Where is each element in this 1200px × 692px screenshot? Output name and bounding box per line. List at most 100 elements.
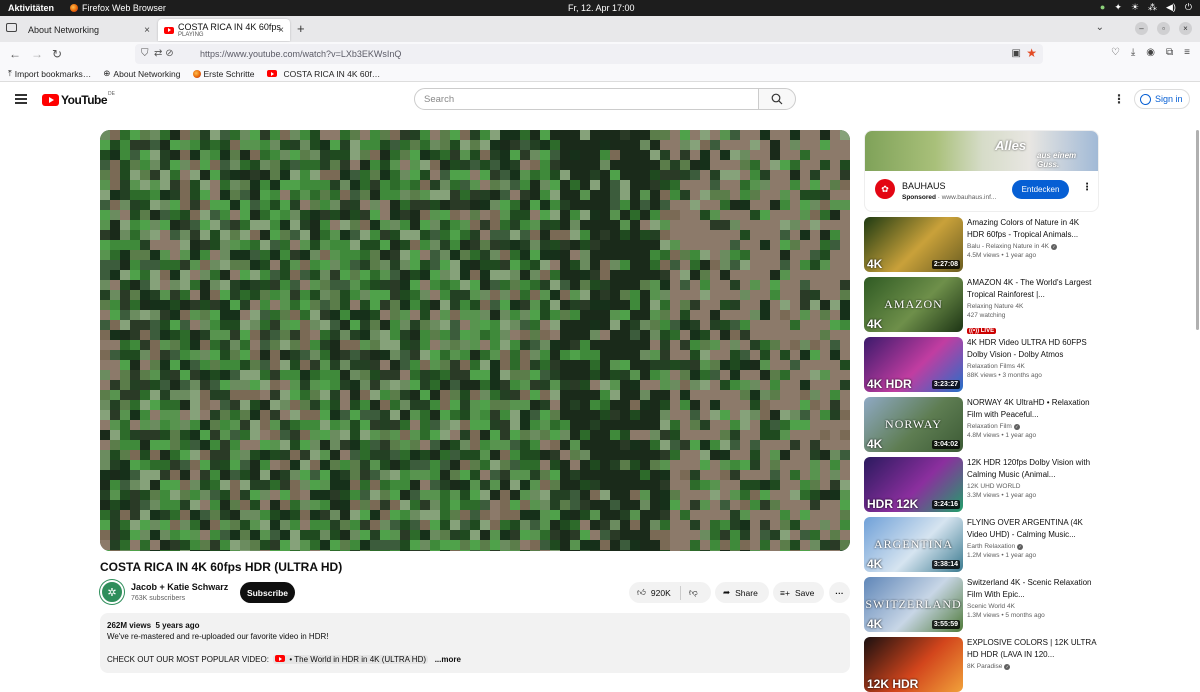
channel-name[interactable]: Balu - Relaxing Nature in 4K bbox=[967, 243, 1049, 250]
tab-costa-rica[interactable]: COSTA RICA IN 4K 60fps PLAYING × bbox=[158, 19, 290, 41]
sponsored-ad[interactable]: Alles aus einem Guss. ✿ BAUHAUS Sponsore… bbox=[864, 130, 1099, 212]
channel-name[interactable]: Scenic World 4K bbox=[967, 603, 1015, 610]
sign-in-button[interactable]: Sign in bbox=[1134, 89, 1190, 109]
search-input[interactable]: Search bbox=[414, 88, 759, 110]
channel-avatar[interactable]: ✲ bbox=[100, 580, 124, 604]
ad-cta-button[interactable]: Entdecken bbox=[1012, 180, 1069, 199]
video-pixel-block bbox=[210, 360, 220, 370]
channel-name[interactable]: Relaxation Films 4K bbox=[967, 363, 1025, 370]
video-thumbnail[interactable]: 12K HDR bbox=[864, 637, 963, 692]
video-thumbnail[interactable]: HDR 12K 3:24:16 bbox=[864, 457, 963, 512]
site-info-icons[interactable]: ⛉ ⇄ ⊘ bbox=[141, 48, 174, 59]
recommended-video[interactable]: 12K HDR EXPLOSIVE COLORS | 12K ULTRA HD H… bbox=[864, 637, 1099, 692]
url-text[interactable]: https://www.youtube.com/watch?v=LXb3EKWs… bbox=[200, 49, 401, 59]
ad-image[interactable]: Alles aus einem Guss. bbox=[865, 131, 1098, 171]
activities-button[interactable]: Aktivitäten bbox=[8, 3, 54, 13]
show-more-button[interactable]: ...more bbox=[435, 655, 461, 664]
download-icon[interactable]: ⤓ bbox=[1131, 47, 1135, 58]
video-pixel-block bbox=[260, 310, 270, 320]
bookmark-about-networking[interactable]: ⊕ About Networking bbox=[103, 68, 180, 79]
like-button[interactable]: 👍︎ 920K bbox=[629, 585, 681, 600]
page-scrollbar[interactable] bbox=[1196, 130, 1199, 330]
video-pixel-block bbox=[450, 160, 460, 170]
video-pixel-block bbox=[180, 270, 190, 280]
bookmark-erste-schritte[interactable]: Erste Schritte bbox=[192, 69, 255, 79]
back-button[interactable]: ← bbox=[9, 47, 21, 61]
recommended-video[interactable]: ARGENTINA 4K 3:38:14 FLYING OVER ARGENTINA … bbox=[864, 517, 1099, 572]
channel-name[interactable]: 12K UHD WORLD bbox=[967, 483, 1020, 490]
video-title[interactable]: EXPLOSIVE COLORS | 12K ULTRA HD HDR (LAV… bbox=[967, 637, 1097, 661]
recommended-video[interactable]: 4K 2:27:08 Amazing Colors of Nature in 4K … bbox=[864, 217, 1099, 272]
clock[interactable]: Fr, 12. Apr 17:00 bbox=[568, 3, 635, 13]
bookmark-import[interactable]: ⤒ Import bookmarks… bbox=[8, 68, 91, 79]
save-button[interactable]: ≡+ Save bbox=[773, 582, 824, 603]
video-title[interactable]: Switzerland 4K - Scenic Relaxation Film … bbox=[967, 577, 1097, 601]
extensions-icon[interactable]: ⧉ bbox=[1166, 47, 1173, 58]
video-pixel-block bbox=[600, 510, 610, 520]
video-pixel-block bbox=[830, 350, 840, 360]
close-icon[interactable]: × bbox=[278, 25, 284, 36]
youtube-logo[interactable]: YouTube DE bbox=[42, 91, 115, 107]
video-player[interactable] bbox=[100, 130, 850, 551]
account-icon[interactable]: ◉ bbox=[1146, 47, 1155, 58]
subscribe-button[interactable]: Subscribe bbox=[240, 582, 295, 603]
video-title[interactable]: AMAZON 4K - The World's Largest Tropical… bbox=[967, 277, 1097, 301]
video-pixel-block bbox=[370, 450, 380, 460]
ad-more-icon[interactable]: ⋮ bbox=[1082, 182, 1092, 193]
video-thumbnail[interactable]: AMAZON 4K bbox=[864, 277, 963, 332]
video-pixel-block bbox=[580, 440, 590, 450]
video-pixel-block bbox=[740, 380, 750, 390]
minimize-button[interactable]: – bbox=[1135, 22, 1148, 35]
video-title[interactable]: FLYING OVER ARGENTINA (4K Video UHD) - C… bbox=[967, 517, 1097, 541]
share-button[interactable]: ➦ Share bbox=[715, 582, 769, 603]
close-icon[interactable]: × bbox=[144, 25, 150, 36]
description-video-link[interactable]: • The World in HDR in 4K (ULTRA HD) bbox=[273, 655, 429, 664]
close-window-button[interactable]: × bbox=[1179, 22, 1192, 35]
video-frame[interactable] bbox=[100, 130, 850, 551]
more-actions-button[interactable]: ··· bbox=[829, 582, 850, 603]
channel-name[interactable]: Relaxation Film bbox=[967, 423, 1012, 430]
video-title[interactable]: Amazing Colors of Nature in 4K HDR 60fps… bbox=[967, 217, 1097, 241]
channel-name[interactable]: 8K Paradise bbox=[967, 663, 1002, 670]
video-pixel-block bbox=[680, 230, 690, 240]
video-pixel-block bbox=[620, 160, 630, 170]
maximize-button[interactable]: ▫ bbox=[1157, 22, 1170, 35]
bookmark-costa-rica[interactable]: COSTA RICA IN 4K 60f… bbox=[266, 69, 380, 79]
video-title[interactable]: 12K HDR 120fps Dolby Vision with Calming… bbox=[967, 457, 1097, 481]
video-thumbnail[interactable]: NORWAY 4K 3:04:02 bbox=[864, 397, 963, 452]
channel-name[interactable]: Jacob + Katie Schwarz bbox=[131, 582, 228, 592]
tab-about-networking[interactable]: About Networking × bbox=[22, 19, 156, 41]
video-title[interactable]: 4K HDR Video ULTRA HD 60FPS Dolby Vision… bbox=[967, 337, 1097, 361]
pocket-icon[interactable]: ♡ bbox=[1111, 47, 1120, 58]
channel-name[interactable]: Relaxing Nature 4K bbox=[967, 303, 1023, 310]
system-tray[interactable]: ● ✦ ☀ ⁂ ◀) ⏻ bbox=[1100, 2, 1192, 13]
reader-view-icon[interactable]: ▣ bbox=[1012, 48, 1021, 59]
video-pixel-block bbox=[800, 300, 810, 310]
description-box[interactable]: 262M views 5 years ago We've re-mastered… bbox=[100, 613, 850, 673]
search-button[interactable] bbox=[758, 88, 796, 110]
video-thumbnail[interactable]: ARGENTINA 4K 3:38:14 bbox=[864, 517, 963, 572]
channel-name[interactable]: Earth Relaxation bbox=[967, 543, 1015, 550]
settings-menu-icon[interactable]: ⋮ bbox=[1113, 92, 1125, 106]
dislike-button[interactable]: 👎︎ bbox=[681, 587, 698, 598]
forward-button[interactable]: → bbox=[31, 47, 43, 61]
recommended-video[interactable]: NORWAY 4K 3:04:02 NORWAY 4K UltraHD • Relax… bbox=[864, 397, 1099, 452]
video-thumbnail[interactable]: 4K HDR 3:23:27 bbox=[864, 337, 963, 392]
recommended-video[interactable]: SWITZERLAND 4K 3:55:59 Switzerland 4K - Sce… bbox=[864, 577, 1099, 632]
chevron-down-icon[interactable]: ⌄ bbox=[1096, 22, 1104, 35]
video-thumbnail[interactable]: SWITZERLAND 4K 3:55:59 bbox=[864, 577, 963, 632]
video-thumbnail[interactable]: 4K 2:27:08 bbox=[864, 217, 963, 272]
hamburger-menu-icon[interactable] bbox=[15, 94, 27, 106]
recommended-video[interactable]: HDR 12K 3:24:16 12K HDR 120fps Dolby Visio… bbox=[864, 457, 1099, 512]
bookmark-star-icon[interactable]: ★ bbox=[1026, 46, 1037, 60]
video-pixel-block bbox=[130, 370, 140, 380]
video-title[interactable]: NORWAY 4K UltraHD • Relaxation Film with… bbox=[967, 397, 1097, 421]
app-menu[interactable]: Firefox Web Browser bbox=[70, 3, 166, 13]
url-bar[interactable]: ⛉ ⇄ ⊘ https://www.youtube.com/watch?v=LX… bbox=[135, 44, 1043, 64]
reload-button[interactable]: ↻ bbox=[52, 47, 62, 61]
recommended-video[interactable]: 4K HDR 3:23:27 4K HDR Video ULTRA HD 60FPS… bbox=[864, 337, 1099, 392]
tab-list-icon[interactable] bbox=[6, 23, 17, 32]
menu-icon[interactable]: ≡ bbox=[1184, 47, 1190, 58]
new-tab-button[interactable]: + bbox=[297, 21, 305, 36]
recommended-video[interactable]: AMAZON 4K AMAZON 4K - The World's Largest … bbox=[864, 277, 1099, 334]
